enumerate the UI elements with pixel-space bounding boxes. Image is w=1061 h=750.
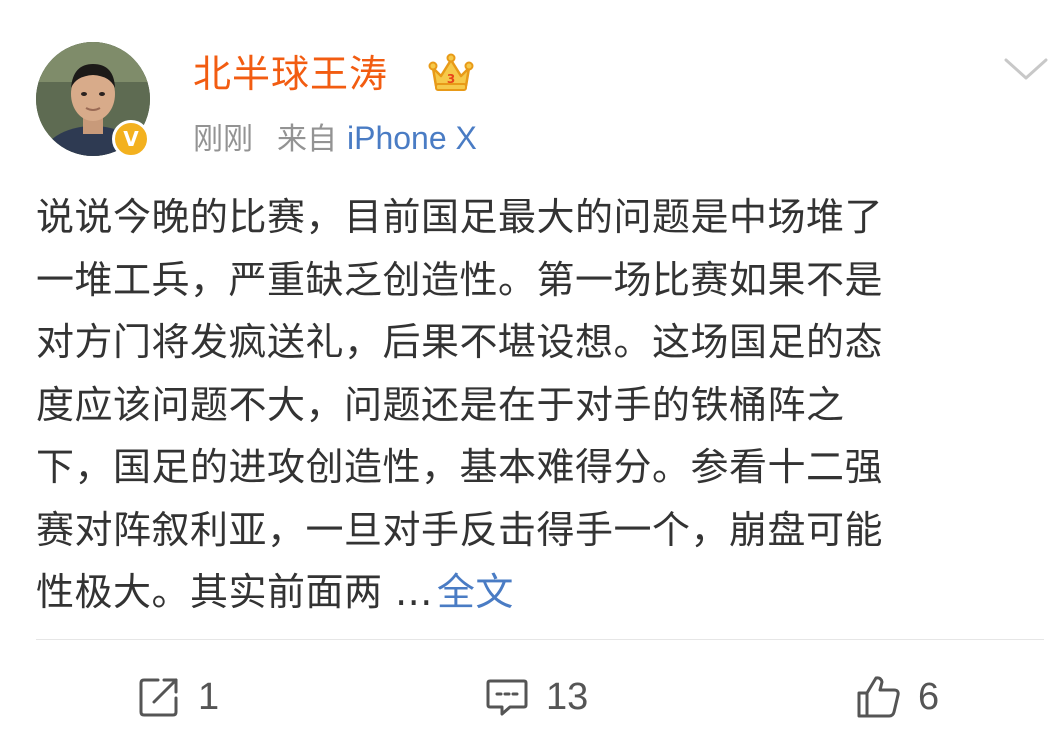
post-text-line: 一堆工兵，严重缺乏创造性。第一场比赛如果不是 <box>36 257 884 302</box>
post-text-last-line: 性极大。其实前面两 ... 全文 <box>36 561 1031 624</box>
post-text-line: 性极大。其实前面两 ... <box>36 570 433 614</box>
repost-count: 1 <box>198 675 220 718</box>
chevron-down-icon[interactable] <box>1000 52 1052 86</box>
author-name[interactable]: 北半球王涛 <box>193 48 388 100</box>
crown-vip-icon[interactable]: 3 <box>428 52 474 94</box>
post-time: 刚刚 <box>193 122 253 157</box>
post-text-line: 赛对阵叙利亚，一旦对手反击得手一个，崩盘可能 <box>36 507 884 552</box>
divider <box>36 639 1044 640</box>
repost-button[interactable]: 1 <box>136 668 219 726</box>
post-meta: 刚刚 来自 iPhone X <box>193 116 477 162</box>
verified-badge-icon: V <box>112 120 150 158</box>
post-text-line: 度应该问题不大，问题还是在于对手的铁桶阵之 <box>36 382 845 427</box>
post-body: 说说今晚的比赛，目前国足最大的问题是中场堆了 一堆工兵，严重缺乏创造性。第一场比… <box>36 186 1031 624</box>
post-text-line: 对方门将发疯送礼，后果不堪设想。这场国足的态 <box>36 320 884 364</box>
post-text-line: 下，国足的进攻创造性，基本难得分。参看十二强 <box>36 445 884 489</box>
comment-button[interactable]: 13 <box>484 668 588 726</box>
like-count: 6 <box>918 675 940 718</box>
svg-text:3: 3 <box>447 72 455 86</box>
comment-count: 13 <box>546 675 589 718</box>
comment-icon <box>486 679 528 716</box>
full-text-link[interactable]: 全文 <box>437 570 514 614</box>
post-text-line: 说说今晚的比赛，目前国足最大的问题是中场堆了 <box>36 195 884 239</box>
source-prefix: 来自 <box>277 122 337 157</box>
source-device[interactable]: iPhone X <box>347 120 477 156</box>
weibo-post-card: V 北半球王涛 3 刚刚 来自 iPhone X 说说今晚的比赛，目前国足最大的问题… <box>0 0 1061 750</box>
like-button[interactable]: 6 <box>854 668 939 726</box>
repost-icon <box>139 678 178 717</box>
thumbs-up-icon <box>857 676 900 718</box>
